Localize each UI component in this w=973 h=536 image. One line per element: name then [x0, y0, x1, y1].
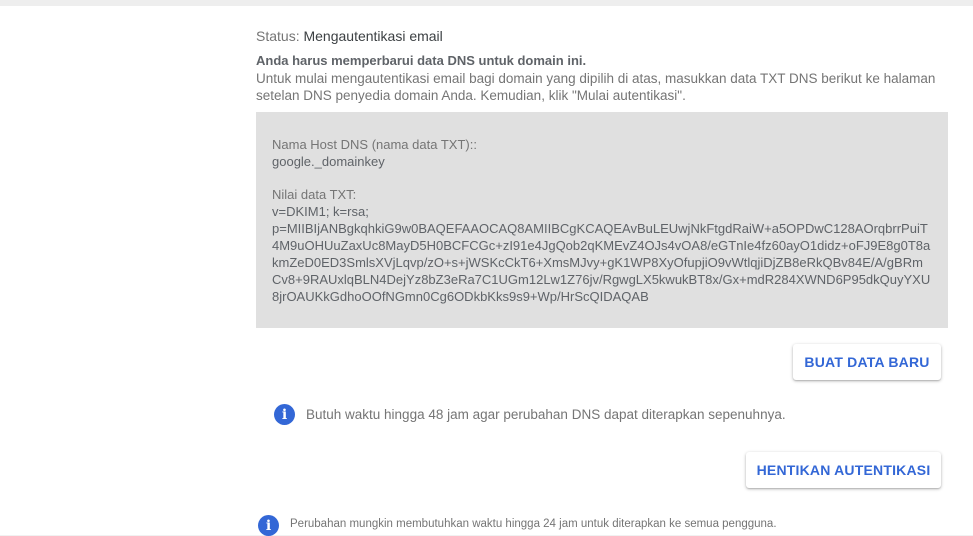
dns-host-value[interactable]: google._domainkey [272, 153, 932, 170]
txt-record-version[interactable]: v=DKIM1; k=rsa; [272, 203, 932, 220]
user-propagation-text: Perubahan mungkin membutuhkan waktu hing… [290, 517, 777, 530]
dns-propagation-info: i Butuh waktu hingga 48 jam agar perubah… [274, 404, 786, 425]
dns-record-box: Nama Host DNS (nama data TXT):: google._… [256, 112, 948, 328]
auth-status: Status: Mengautentikasi email [256, 28, 443, 44]
stop-authentication-button[interactable]: HENTIKAN AUTENTIKASI [746, 452, 941, 488]
info-icon: i [274, 404, 295, 425]
user-propagation-info: i Perubahan mungkin membutuhkan waktu hi… [258, 515, 777, 536]
status-label: Status: [256, 28, 300, 44]
dns-propagation-text: Butuh waktu hingga 48 jam agar perubahan… [306, 407, 786, 422]
dns-update-instructions: Untuk mulai mengautentikasi email bagi d… [256, 71, 936, 103]
dkim-settings-panel: Status: Mengautentikasi email Anda harus… [0, 0, 973, 536]
status-value: Mengautentikasi email [303, 28, 443, 44]
top-divider [0, 0, 973, 6]
txt-record-label: Nilai data TXT: [272, 187, 357, 202]
info-icon: i [258, 515, 279, 536]
dns-update-heading: Anda harus memperbarui data DNS untuk do… [256, 53, 587, 68]
generate-new-record-button[interactable]: BUAT DATA BARU [793, 344, 941, 380]
dns-host-label: Nama Host DNS (nama data TXT):: [272, 137, 477, 152]
txt-record-value[interactable]: p=MIIBIjANBgkqhkiG9w0BAQEFAAOCAQ8AMIIBCg… [272, 220, 932, 305]
